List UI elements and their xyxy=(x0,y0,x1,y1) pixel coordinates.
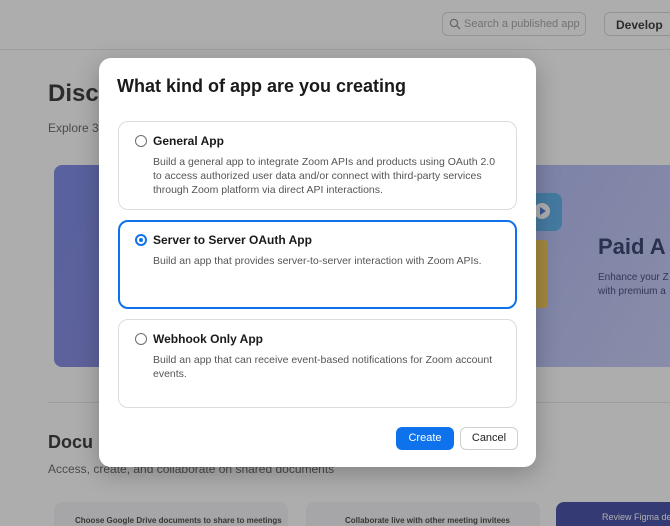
option-description: Build a general app to integrate Zoom AP… xyxy=(153,156,496,197)
option-general-app[interactable]: General App Build a general app to integ… xyxy=(118,121,517,210)
create-app-dialog: What kind of app are you creating Genera… xyxy=(99,58,536,467)
radio-webhook-only-app[interactable] xyxy=(135,333,147,345)
option-title: General App xyxy=(153,134,224,148)
cancel-button[interactable]: Cancel xyxy=(460,427,518,450)
radio-server-to-server-oauth-app[interactable] xyxy=(135,234,147,246)
option-server-to-server-oauth-app[interactable]: Server to Server OAuth App Build an app … xyxy=(118,220,517,309)
dialog-title: What kind of app are you creating xyxy=(117,76,407,96)
create-button[interactable]: Create xyxy=(396,427,454,450)
option-title: Webhook Only App xyxy=(153,332,263,346)
option-title: Server to Server OAuth App xyxy=(153,233,312,247)
option-description: Build an app that provides server-to-ser… xyxy=(153,255,482,267)
option-description: Build an app that can receive event-base… xyxy=(153,354,493,381)
radio-general-app[interactable] xyxy=(135,135,147,147)
option-webhook-only-app[interactable]: Webhook Only App Build an app that can r… xyxy=(118,319,517,408)
